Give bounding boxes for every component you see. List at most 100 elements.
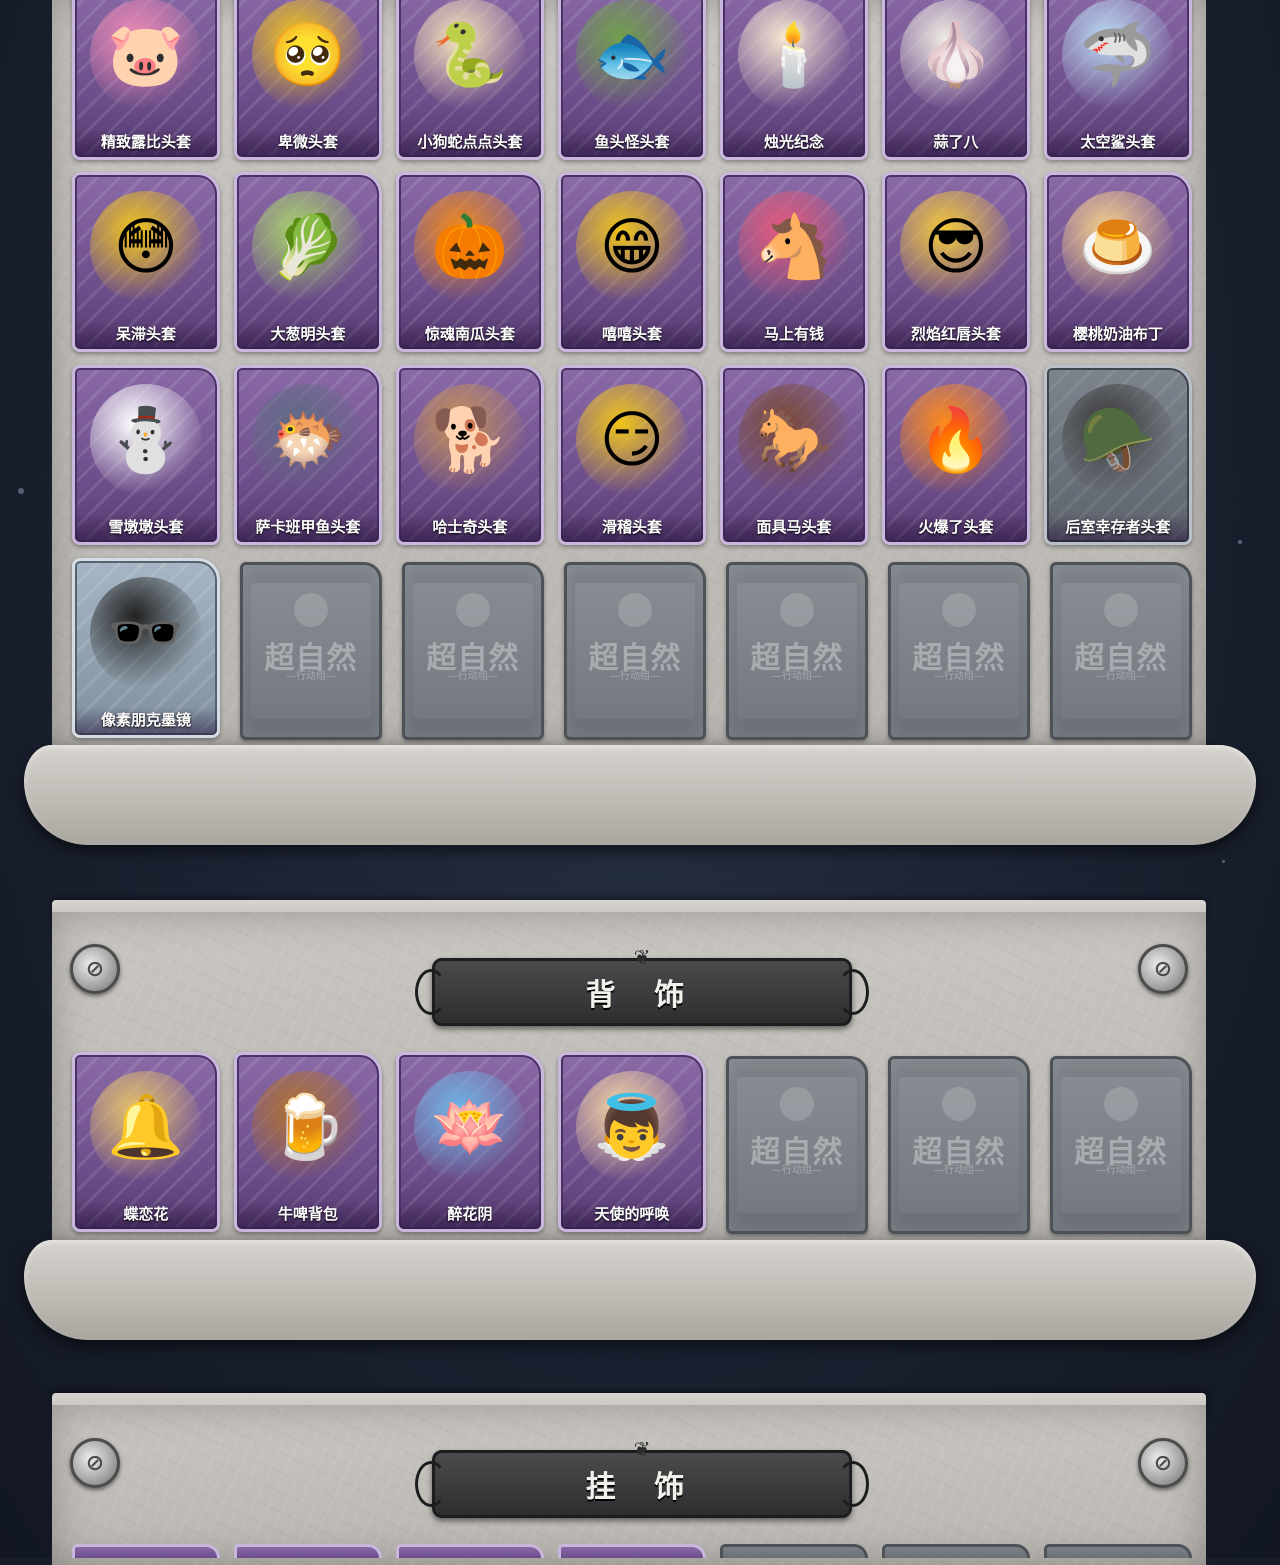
section-title: 背 饰 <box>585 978 699 1013</box>
item-card[interactable]: 😁 嘻嘻头套 <box>558 172 706 352</box>
item-card-partial[interactable] <box>882 1544 1030 1558</box>
pudding-mask-icon: 🍮 <box>1062 191 1174 303</box>
locked-item-placeholder: 超自然 —行动组— <box>240 562 382 740</box>
locked-item-placeholder: 超自然 —行动组— <box>564 562 706 740</box>
placeholder-logo-sub: —行动组— <box>1096 1165 1146 1176</box>
locked-item-placeholder: 超自然 —行动组— <box>1050 562 1192 740</box>
butterfly-bell-wreath-icon: 🔔 <box>90 1071 202 1183</box>
worried-face-mask-icon: 🥺 <box>252 0 364 111</box>
scroll-roll-bottom <box>24 745 1256 845</box>
item-card-partial[interactable] <box>1044 1544 1192 1558</box>
angel-doll-icon: 👼 <box>576 1071 688 1183</box>
fire-spirit-mask-icon: 🔥 <box>900 384 1012 496</box>
smirk-face-mask-icon: 😏 <box>576 384 688 496</box>
item-card[interactable]: 🪖 后室幸存者头套 <box>1044 365 1192 545</box>
item-card-partial[interactable] <box>558 1544 706 1558</box>
snake-mask-icon: 🐍 <box>414 0 526 111</box>
item-card[interactable]: 🔥 火爆了头套 <box>882 365 1030 545</box>
snowman-mask-icon: ⛄ <box>90 384 202 496</box>
item-card[interactable]: 😳 呆滞头套 <box>72 172 220 352</box>
item-card-partial[interactable] <box>234 1544 382 1558</box>
item-card[interactable]: ⛄ 雪墩墩头套 <box>72 365 220 545</box>
item-label: 火爆了头套 <box>885 514 1027 542</box>
item-card[interactable]: 🐷 精致露比头套 <box>72 0 220 160</box>
item-label: 天使的呼唤 <box>561 1201 703 1229</box>
item-card[interactable]: 🐍 小狗蛇点点头套 <box>396 0 544 160</box>
item-label: 萨卡班甲鱼头套 <box>237 514 379 542</box>
section-header-back: ❦ 背 饰 <box>415 945 869 1026</box>
pumpkin-mask-icon: 🎃 <box>414 191 526 303</box>
item-card[interactable]: 🥬 大葱明头套 <box>234 172 382 352</box>
item-card[interactable]: 🐕 哈士奇头套 <box>396 365 544 545</box>
section-header-pendant: ❦ 挂 饰 <box>415 1437 869 1518</box>
item-card[interactable]: 🕯️ 烛光纪念 <box>720 0 868 160</box>
item-card[interactable]: 🕶️ 像素朋克墨镜 <box>72 558 220 738</box>
item-label: 蒜了八 <box>885 129 1027 157</box>
item-label: 烈焰红唇头套 <box>885 321 1027 349</box>
placeholder-logo-sub: —行动组— <box>610 671 660 682</box>
item-card[interactable]: 🦈 太空鲨头套 <box>1044 0 1192 160</box>
item-label: 嘻嘻头套 <box>561 321 703 349</box>
item-label: 卑微头套 <box>237 129 379 157</box>
placeholder-emblem-icon <box>618 593 652 627</box>
item-card-partial[interactable] <box>396 1544 544 1558</box>
space-shark-mask-icon: 🦈 <box>1062 0 1174 111</box>
item-card[interactable]: 🐴 马上有钱 <box>720 172 868 352</box>
sacabambaspis-mask-icon: 🐡 <box>252 384 364 496</box>
ornament-icon: ❦ <box>633 945 651 969</box>
cow-beer-mug-backpack-icon: 🍺 <box>252 1071 364 1183</box>
background-sparkle <box>1238 540 1242 544</box>
pikachu-shades-mask-icon: 😎 <box>900 191 1012 303</box>
locked-item-placeholder: 超自然 —行动组— <box>402 562 544 740</box>
garlic-mask-icon: 🧄 <box>900 0 1012 111</box>
horse-head-mask-icon: 🐎 <box>738 384 850 496</box>
item-card[interactable]: 🔔 蝶恋花 <box>72 1052 220 1232</box>
candle-mask-icon: 🕯️ <box>738 0 850 111</box>
item-label: 牛啤背包 <box>237 1201 379 1229</box>
locked-item-placeholder: 超自然 —行动组— <box>726 1056 868 1234</box>
locked-item-placeholder: 超自然 —行动组— <box>888 562 1030 740</box>
flushed-face-mask-icon: 😳 <box>90 191 202 303</box>
rivet-icon: ⊘ <box>1138 944 1188 994</box>
rivet-icon: ⊘ <box>1138 1438 1188 1488</box>
rivet-icon: ⊘ <box>70 944 120 994</box>
item-card[interactable]: 🪷 醉花阴 <box>396 1052 544 1232</box>
item-label: 惊魂南瓜头套 <box>399 321 541 349</box>
background-sparkle <box>18 488 24 494</box>
item-card[interactable]: 🐎 面具马头套 <box>720 365 868 545</box>
item-label: 小狗蛇点点头套 <box>399 129 541 157</box>
item-label: 滑稽头套 <box>561 514 703 542</box>
item-card[interactable]: 🐡 萨卡班甲鱼头套 <box>234 365 382 545</box>
placeholder-emblem-icon <box>780 1087 814 1121</box>
item-label: 面具马头套 <box>723 514 865 542</box>
scallion-mask-icon: 🥬 <box>252 191 364 303</box>
grin-face-mask-icon: 😁 <box>576 191 688 303</box>
item-card[interactable]: 🧄 蒜了八 <box>882 0 1030 160</box>
item-label: 大葱明头套 <box>237 321 379 349</box>
placeholder-emblem-icon <box>780 593 814 627</box>
item-card[interactable]: 👼 天使的呼唤 <box>558 1052 706 1232</box>
item-card[interactable]: 🍮 樱桃奶油布丁 <box>1044 172 1192 352</box>
section-title: 挂 饰 <box>585 1470 699 1505</box>
placeholder-emblem-icon <box>942 593 976 627</box>
item-label: 精致露比头套 <box>75 129 217 157</box>
item-label: 像素朋克墨镜 <box>75 707 217 735</box>
item-card[interactable]: 😎 烈焰红唇头套 <box>882 172 1030 352</box>
ornament-icon: ❦ <box>633 1437 651 1461</box>
placeholder-emblem-icon <box>1104 1087 1138 1121</box>
item-card[interactable]: 🥺 卑微头套 <box>234 0 382 160</box>
placeholder-emblem-icon <box>942 1087 976 1121</box>
scroll-roll-bottom <box>24 1240 1256 1340</box>
item-card[interactable]: 🎃 惊魂南瓜头套 <box>396 172 544 352</box>
item-label: 雪墩墩头套 <box>75 514 217 542</box>
item-label: 烛光纪念 <box>723 129 865 157</box>
lucky-horse-mask-icon: 🐴 <box>738 191 850 303</box>
item-label: 呆滞头套 <box>75 321 217 349</box>
item-card[interactable]: 🐟 鱼头怪头套 <box>558 0 706 160</box>
item-card[interactable]: 🍺 牛啤背包 <box>234 1052 382 1232</box>
placeholder-logo-sub: —行动组— <box>934 671 984 682</box>
item-card-partial[interactable] <box>720 1544 868 1558</box>
item-card-partial[interactable] <box>72 1544 220 1558</box>
placeholder-logo-sub: —行动组— <box>286 671 336 682</box>
item-card[interactable]: 😏 滑稽头套 <box>558 365 706 545</box>
